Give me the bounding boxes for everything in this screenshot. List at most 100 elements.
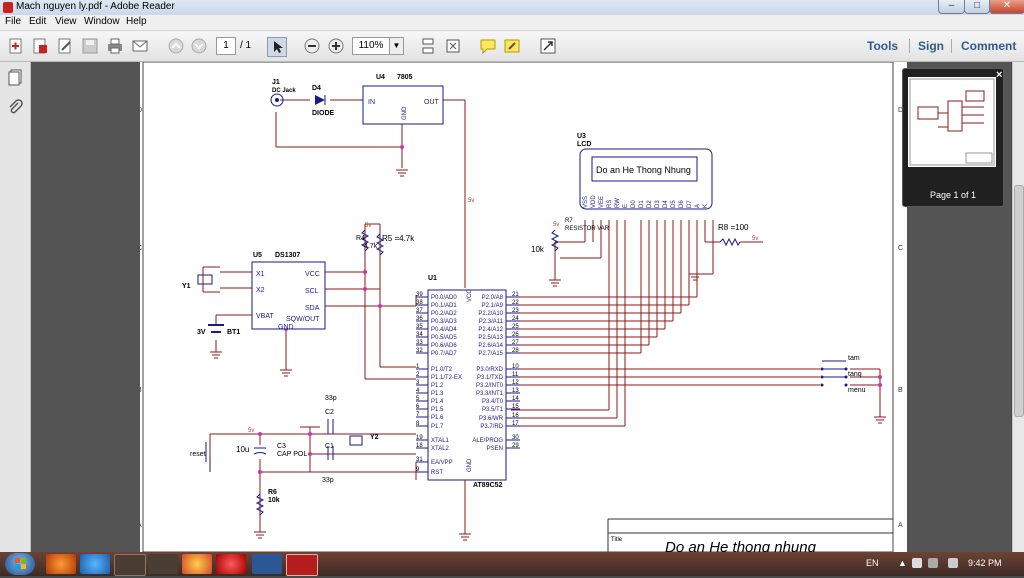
menu-file[interactable]: File xyxy=(5,16,21,27)
svg-text:33p: 33p xyxy=(322,477,334,484)
scrollbar-thumb[interactable] xyxy=(1014,185,1024,417)
border-letter: C xyxy=(898,245,903,252)
border-letter: B xyxy=(898,387,903,394)
svg-text:3V: 3V xyxy=(197,329,206,336)
svg-text:U1: U1 xyxy=(428,275,437,282)
create-pdf-icon[interactable] xyxy=(7,37,25,55)
email-icon[interactable] xyxy=(131,37,149,55)
u1-pin-label: P3.5/T1 xyxy=(482,407,504,413)
maximize-button[interactable]: □ xyxy=(964,0,990,14)
scrolling-mode-icon[interactable] xyxy=(419,37,437,55)
tray-volume-icon[interactable] xyxy=(948,558,958,568)
tray-flag-icon[interactable] xyxy=(928,558,938,568)
print-icon[interactable] xyxy=(106,37,124,55)
save-icon[interactable] xyxy=(81,37,99,55)
svg-text:K: K xyxy=(703,204,709,208)
page-number-input[interactable]: 1 xyxy=(216,37,236,55)
u1-pin-label: P0.0/AD0 xyxy=(431,295,457,301)
zoom-in-icon[interactable] xyxy=(327,37,345,55)
rtc-u5: U5 DS1307 X1 X2 VBAT VCC SCL SDA SQW/OUT… xyxy=(251,252,326,331)
svg-text:Y1: Y1 xyxy=(182,283,191,290)
menu-window[interactable]: Window xyxy=(84,16,120,27)
highlight-icon[interactable] xyxy=(503,37,521,55)
comment-pane-link[interactable]: Comment xyxy=(961,39,1016,53)
reset-switch: reset xyxy=(190,442,211,472)
sticky-note-icon[interactable] xyxy=(479,37,497,55)
svg-text:VCC: VCC xyxy=(305,271,320,278)
export-pdf-icon[interactable] xyxy=(31,37,49,55)
media-taskbar-icon[interactable] xyxy=(148,554,178,574)
svg-text:U5: U5 xyxy=(253,252,262,259)
svg-text:LCD: LCD xyxy=(577,141,591,148)
svg-text:10k: 10k xyxy=(268,497,280,504)
menu-view[interactable]: View xyxy=(55,16,77,27)
tools-pane-link[interactable]: Tools xyxy=(867,39,898,53)
svg-text:4.7k: 4.7k xyxy=(364,243,378,250)
previous-page-icon[interactable] xyxy=(167,37,185,55)
u1-pin-label: P0.1/AD1 xyxy=(431,303,457,309)
u1-pin-label: P1.0/T2 xyxy=(431,367,453,373)
opera-taskbar-icon[interactable] xyxy=(216,554,246,574)
svg-text:AT89C52: AT89C52 xyxy=(473,482,503,489)
svg-text:C2: C2 xyxy=(325,409,334,416)
crystal-y1: Y1 xyxy=(182,274,213,290)
firefox-taskbar-icon[interactable] xyxy=(46,554,76,574)
u1-pin-label: ALE/PROG xyxy=(472,438,503,444)
page-thumbnail[interactable] xyxy=(908,77,996,167)
page-thumbnail-popup: × Page 1 of 1 xyxy=(902,68,1004,207)
attachments-paperclip-icon[interactable] xyxy=(6,98,24,116)
svg-text:R4: R4 xyxy=(356,235,365,242)
u1-pin-label: P3.0/RXD xyxy=(476,367,503,373)
svg-text:GND: GND xyxy=(467,458,473,472)
resistor-r5: R5 =4.7k xyxy=(375,233,415,256)
language-indicator[interactable]: EN xyxy=(866,558,879,568)
resistor-r4: R4 4.7k 5v xyxy=(356,223,378,252)
chrome-taskbar-icon[interactable] xyxy=(182,554,212,574)
menu-edit[interactable]: Edit xyxy=(29,16,46,27)
tray-network-icon[interactable] xyxy=(912,558,922,568)
adobe-reader-icon xyxy=(3,2,13,13)
taskbar-clock[interactable]: 9:42 PM xyxy=(968,558,1002,568)
zoom-dropdown-chevron-icon[interactable]: ▼ xyxy=(389,37,404,55)
full-screen-icon[interactable] xyxy=(539,37,557,55)
svg-text:D3: D3 xyxy=(655,200,661,208)
tray-arrow-icon[interactable]: ▲ xyxy=(898,558,907,568)
word-taskbar-icon[interactable] xyxy=(252,554,282,574)
close-button[interactable]: ✕ xyxy=(989,0,1024,14)
zoom-input[interactable]: 110% xyxy=(352,37,390,55)
u1-pin-label: P2.7/A15 xyxy=(478,351,503,357)
next-page-icon[interactable] xyxy=(190,37,208,55)
minimize-button[interactable]: – xyxy=(938,0,965,14)
svg-text:RS: RS xyxy=(607,200,613,208)
toolbar-divider xyxy=(909,39,910,53)
select-tool-icon[interactable] xyxy=(267,37,287,57)
border-letter: A xyxy=(140,522,142,529)
button-tam: tam xyxy=(820,355,860,371)
svg-text:5v: 5v xyxy=(248,428,254,434)
u1-pin-label: RST xyxy=(431,470,443,476)
menu-help[interactable]: Help xyxy=(126,16,147,27)
schematic-drawing: D C B A D C B A xyxy=(137,61,903,556)
svg-text:R6: R6 xyxy=(268,489,277,496)
page-thumbnails-icon[interactable] xyxy=(6,68,24,86)
ie-taskbar-icon[interactable] xyxy=(80,554,110,574)
capacitor-c3: 10u C3 CAP POL 5v xyxy=(236,428,307,458)
svg-text:D4: D4 xyxy=(663,200,669,208)
thumbnail-close-button[interactable]: × xyxy=(996,69,1002,81)
svg-text:X1: X1 xyxy=(256,271,265,278)
svg-text:D7: D7 xyxy=(687,200,693,208)
fit-page-icon[interactable] xyxy=(444,37,462,55)
sign-pane-link[interactable]: Sign xyxy=(918,39,944,53)
svg-text:A: A xyxy=(695,204,701,208)
windows-logo-icon xyxy=(15,558,26,569)
menu-bar: File Edit View Window Help xyxy=(0,15,1024,31)
edit-pdf-icon[interactable] xyxy=(56,37,74,55)
zoom-out-icon[interactable] xyxy=(303,37,321,55)
start-button[interactable] xyxy=(5,553,35,575)
u1-pin-label: P2.1/A9 xyxy=(482,303,504,309)
adobe-reader-taskbar-icon[interactable] xyxy=(286,554,318,576)
capacitor-c1: C1 33p xyxy=(322,443,334,484)
svg-text:R8 =100: R8 =100 xyxy=(718,223,749,232)
u1-pin-label: P1.5 xyxy=(431,407,444,413)
explorer-taskbar-icon[interactable] xyxy=(114,554,146,576)
